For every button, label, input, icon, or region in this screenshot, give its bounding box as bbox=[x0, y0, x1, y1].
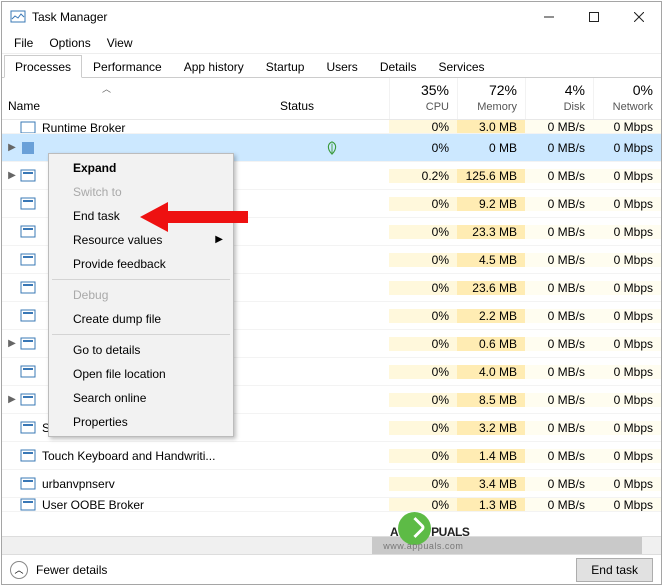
window-title: Task Manager bbox=[32, 10, 526, 24]
menu-item-debug: Debug bbox=[51, 283, 231, 307]
titlebar: Task Manager bbox=[2, 2, 661, 32]
tab-startup[interactable]: Startup bbox=[255, 55, 316, 78]
process-icon bbox=[20, 420, 36, 436]
menu-item-provide-feedback[interactable]: Provide feedback bbox=[51, 252, 231, 276]
menu-view[interactable]: View bbox=[99, 34, 141, 52]
tab-details[interactable]: Details bbox=[369, 55, 428, 78]
tab-users[interactable]: Users bbox=[315, 55, 368, 78]
menu-separator bbox=[52, 334, 230, 335]
end-task-button[interactable]: End task bbox=[576, 558, 653, 582]
leaf-icon bbox=[325, 141, 339, 155]
footer: ︿ Fewer details End task bbox=[2, 554, 661, 584]
process-icon bbox=[20, 476, 36, 492]
fewer-details-icon[interactable]: ︿ bbox=[10, 561, 28, 579]
process-icon bbox=[20, 308, 36, 324]
chevron-right-icon[interactable]: ▶ bbox=[6, 170, 18, 181]
menu-file[interactable]: File bbox=[6, 34, 41, 52]
scrollbar-thumb[interactable] bbox=[372, 537, 642, 554]
submenu-arrow-icon: ▶ bbox=[215, 234, 223, 245]
menu-item-properties[interactable]: Properties bbox=[51, 410, 231, 434]
header-network[interactable]: 0%Network bbox=[593, 78, 661, 119]
header-cpu[interactable]: 35%CPU bbox=[389, 78, 457, 119]
menu-item-end-task[interactable]: End task bbox=[51, 204, 231, 228]
process-name: User OOBE Broker bbox=[42, 498, 144, 512]
process-icon bbox=[20, 252, 36, 268]
chevron-right-icon[interactable]: ▶ bbox=[6, 142, 18, 153]
table-row[interactable]: Touch Keyboard and Handwriti...0%1.4 MB0… bbox=[2, 442, 661, 470]
process-icon bbox=[20, 196, 36, 212]
process-name: urbanvpnserv bbox=[42, 477, 115, 491]
process-icon bbox=[20, 168, 36, 184]
menu-options[interactable]: Options bbox=[41, 34, 98, 52]
menu-item-open-file-location[interactable]: Open file location bbox=[51, 362, 231, 386]
tab-performance[interactable]: Performance bbox=[82, 55, 173, 78]
menu-item-switch-to: Switch to bbox=[51, 180, 231, 204]
process-icon bbox=[20, 448, 36, 464]
process-icon bbox=[20, 498, 36, 512]
menu-item-search-online[interactable]: Search online bbox=[51, 386, 231, 410]
horizontal-scrollbar[interactable] bbox=[2, 537, 661, 554]
table-row[interactable]: urbanvpnserv0%3.4 MB0 MB/s0 Mbps bbox=[2, 470, 661, 498]
menu-separator bbox=[52, 279, 230, 280]
task-manager-icon bbox=[10, 9, 26, 25]
chevron-right-icon[interactable]: ▶ bbox=[6, 394, 18, 405]
process-icon bbox=[20, 336, 36, 352]
close-button[interactable] bbox=[616, 3, 661, 32]
context-menu: ExpandSwitch toEnd taskResource values▶P… bbox=[48, 153, 234, 437]
tabs: Processes Performance App history Startu… bbox=[2, 54, 661, 78]
process-name: Touch Keyboard and Handwriti... bbox=[42, 449, 215, 463]
tab-services[interactable]: Services bbox=[428, 55, 496, 78]
menu-item-resource-values[interactable]: Resource values▶ bbox=[51, 228, 231, 252]
menubar: File Options View bbox=[2, 32, 661, 54]
minimize-button[interactable] bbox=[526, 3, 571, 32]
menu-item-go-to-details[interactable]: Go to details bbox=[51, 338, 231, 362]
sort-indicator-icon: ︿ bbox=[102, 82, 111, 95]
column-headers: ︿ Name Status 35%CPU 72%Memory 4%Disk 0%… bbox=[2, 78, 661, 120]
table-row[interactable]: Runtime Broker 0% 3.0 MB 0 MB/s 0 Mbps bbox=[2, 120, 661, 134]
tab-processes[interactable]: Processes bbox=[4, 55, 82, 78]
fewer-details-label[interactable]: Fewer details bbox=[36, 563, 107, 577]
header-name[interactable]: ︿ Name bbox=[2, 78, 274, 119]
process-icon bbox=[20, 392, 36, 408]
maximize-button[interactable] bbox=[571, 3, 616, 32]
process-icon bbox=[20, 224, 36, 240]
menu-item-expand[interactable]: Expand bbox=[51, 156, 231, 180]
process-icon bbox=[20, 364, 36, 380]
table-row[interactable]: User OOBE Broker0%1.3 MB0 MB/s0 Mbps bbox=[2, 498, 661, 512]
tab-app-history[interactable]: App history bbox=[173, 55, 255, 78]
process-icon bbox=[20, 280, 36, 296]
menu-item-create-dump-file[interactable]: Create dump file bbox=[51, 307, 231, 331]
header-disk[interactable]: 4%Disk bbox=[525, 78, 593, 119]
chevron-right-icon[interactable]: ▶ bbox=[6, 338, 18, 349]
header-status[interactable]: Status bbox=[274, 78, 389, 119]
header-memory[interactable]: 72%Memory bbox=[457, 78, 525, 119]
